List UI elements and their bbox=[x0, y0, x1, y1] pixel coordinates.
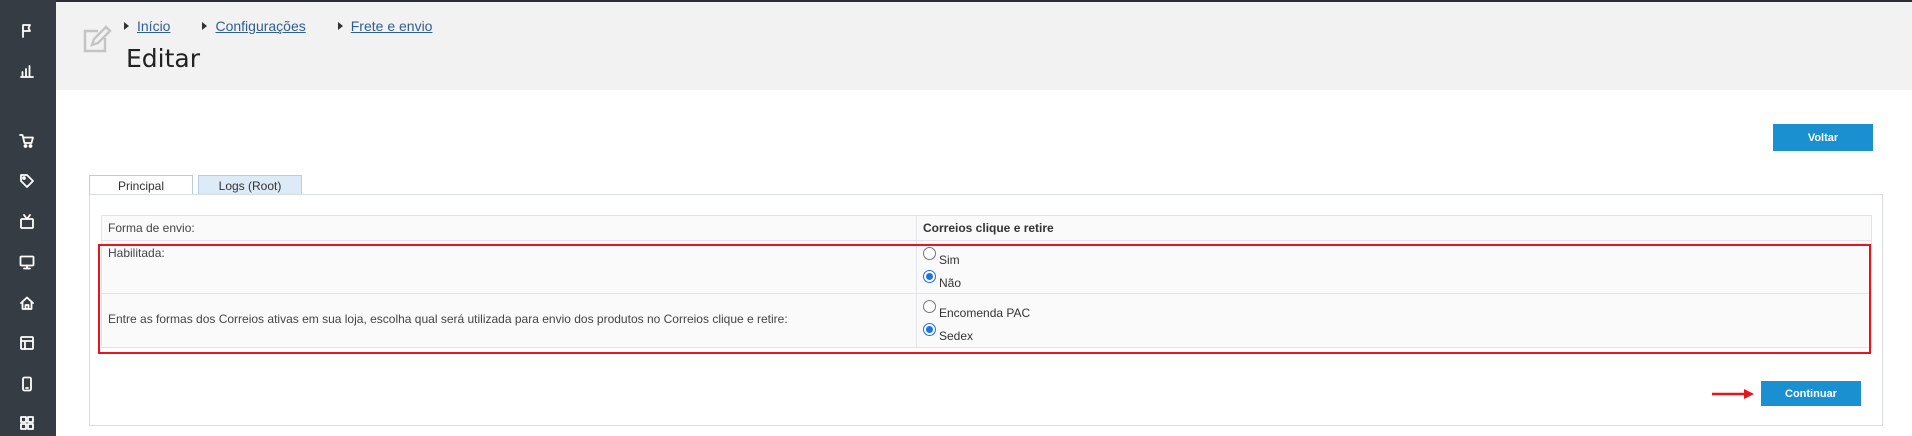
flag-icon[interactable] bbox=[16, 20, 38, 42]
sidebar bbox=[0, 0, 56, 436]
layout-icon[interactable] bbox=[16, 332, 38, 354]
breadcrumb-link-inicio[interactable]: Início bbox=[137, 18, 170, 34]
radio-sim-label: Sim bbox=[939, 252, 960, 267]
arrow-right-icon bbox=[1712, 389, 1754, 399]
tab-bar: Principal Logs (Root) bbox=[89, 175, 307, 196]
breadcrumb-arrow-icon bbox=[124, 22, 129, 30]
radio-nao-label: Não bbox=[939, 275, 962, 290]
breadcrumb-link-configuracoes[interactable]: Configurações bbox=[215, 18, 305, 34]
enabled-label: Habilitada: bbox=[102, 241, 917, 293]
settings-table: Forma de envio: Correios clique e retire… bbox=[101, 215, 1872, 348]
breadcrumb-item-configuracoes: Configurações bbox=[202, 18, 306, 34]
main-content: Início Configurações Frete e envio Edita… bbox=[56, 0, 1912, 436]
edit-icon bbox=[78, 24, 112, 58]
service-options: Encomenda PAC Sedex bbox=[917, 294, 1871, 347]
breadcrumb-arrow-icon bbox=[337, 22, 343, 30]
page-title: Editar bbox=[126, 44, 201, 73]
breadcrumb-arrow-icon bbox=[202, 22, 208, 30]
shipping-method-value: Correios clique e retire bbox=[923, 221, 1054, 235]
grid-icon[interactable] bbox=[16, 412, 38, 434]
tab-panel: Forma de envio: Correios clique e retire… bbox=[89, 194, 1883, 426]
radio-pac-label: Encomenda PAC bbox=[939, 305, 1031, 320]
radio-sedex-label: Sedex bbox=[939, 328, 974, 343]
tab-logs-root[interactable]: Logs (Root) bbox=[198, 175, 302, 195]
radio-pac[interactable] bbox=[923, 300, 936, 313]
continue-button[interactable]: Continuar bbox=[1761, 381, 1861, 406]
home-icon[interactable] bbox=[16, 292, 38, 314]
breadcrumb-item-frete: Frete e envio bbox=[337, 18, 433, 34]
monitor-icon[interactable] bbox=[16, 251, 38, 273]
tag-icon[interactable] bbox=[16, 170, 38, 192]
table-row-enabled: Habilitada: Sim Não bbox=[101, 241, 1872, 294]
radio-nao[interactable] bbox=[923, 270, 936, 283]
enabled-options: Sim Não bbox=[917, 241, 1871, 293]
bar-chart-icon[interactable] bbox=[16, 60, 38, 82]
tv-icon[interactable] bbox=[16, 211, 38, 233]
back-button[interactable]: Voltar bbox=[1773, 124, 1873, 151]
table-row-service: Entre as formas dos Correios ativas em s… bbox=[101, 294, 1872, 348]
radio-sedex[interactable] bbox=[923, 323, 936, 336]
radio-option-pac[interactable]: Encomenda PAC bbox=[923, 298, 1865, 321]
radio-option-sedex[interactable]: Sedex bbox=[923, 321, 1865, 344]
shipping-method-label: Forma de envio: bbox=[102, 216, 917, 240]
breadcrumb-link-frete[interactable]: Frete e envio bbox=[351, 18, 433, 34]
tab-principal[interactable]: Principal bbox=[89, 175, 193, 196]
breadcrumb: Início Configurações Frete e envio bbox=[124, 18, 464, 34]
radio-option-sim[interactable]: Sim bbox=[923, 245, 1865, 268]
page-header: Início Configurações Frete e envio Edita… bbox=[56, 0, 1912, 90]
cart-icon[interactable] bbox=[16, 130, 38, 152]
table-row-shipping-method: Forma de envio: Correios clique e retire bbox=[101, 215, 1872, 241]
service-label: Entre as formas dos Correios ativas em s… bbox=[102, 294, 917, 347]
radio-option-nao[interactable]: Não bbox=[923, 268, 1865, 291]
phone-icon[interactable] bbox=[16, 373, 38, 395]
breadcrumb-item-inicio: Início bbox=[124, 18, 170, 34]
radio-sim[interactable] bbox=[923, 247, 936, 260]
